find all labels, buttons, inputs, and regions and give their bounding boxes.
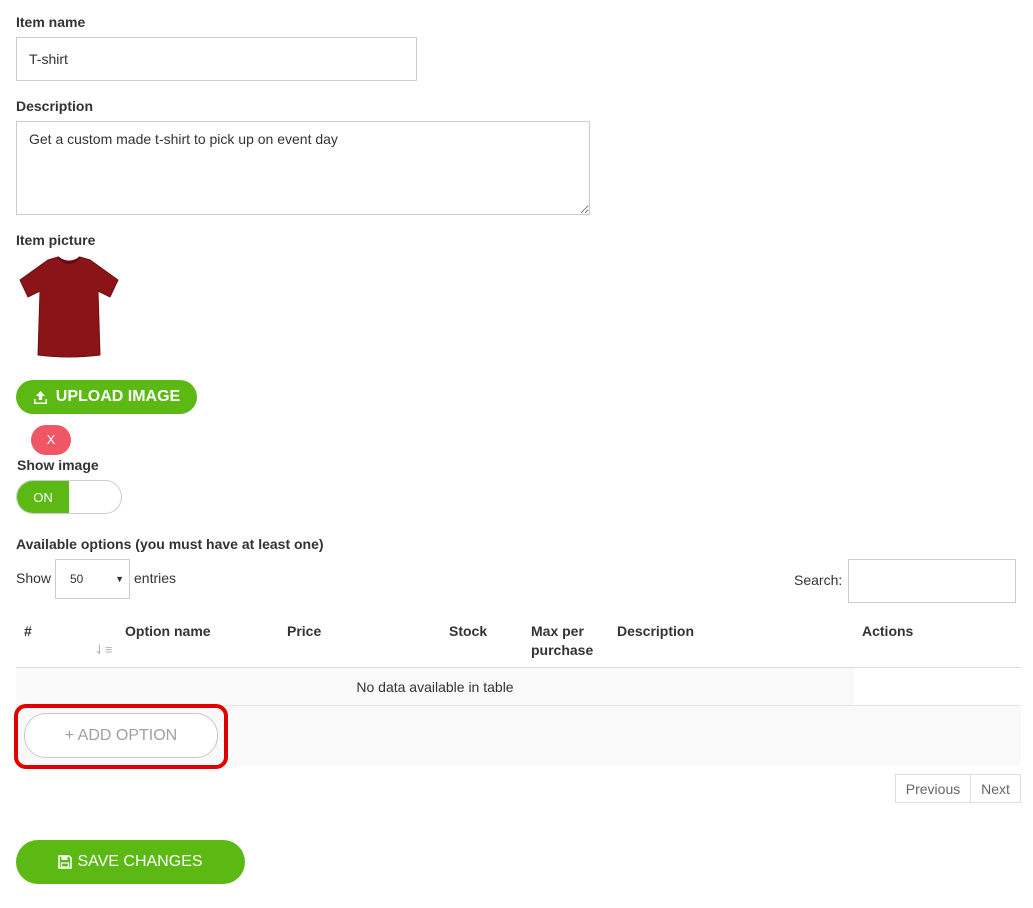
entries-label: entries: [134, 570, 177, 586]
caret-down-icon: ▼: [115, 574, 124, 584]
save-changes-label: SAVE CHANGES: [77, 853, 203, 870]
available-options-label: Available options (you must have at leas…: [16, 536, 324, 552]
search-input[interactable]: [848, 559, 1016, 603]
upload-icon: [33, 390, 48, 405]
toggle-on-state: ON: [17, 481, 69, 513]
column-header-actions[interactable]: Actions: [862, 622, 913, 641]
previous-page-button[interactable]: Previous: [895, 774, 971, 803]
column-header-number[interactable]: #: [24, 622, 32, 641]
column-header-stock[interactable]: Stock: [449, 622, 487, 641]
show-image-toggle[interactable]: ON: [16, 480, 122, 514]
show-label: Show: [16, 570, 52, 586]
entries-value: 50: [70, 572, 84, 586]
column-header-max-per-purchase[interactable]: Max per purchase: [531, 622, 601, 660]
entries-select[interactable]: 50 ▼: [55, 559, 130, 599]
floppy-disk-icon: [58, 855, 73, 869]
item-name-label: Item name: [16, 14, 86, 30]
next-page-button[interactable]: Next: [970, 774, 1021, 803]
item-picture-thumbnail: [18, 255, 120, 360]
upload-image-label: UPLOAD IMAGE: [55, 388, 181, 405]
item-picture-label: Item picture: [16, 232, 96, 248]
upload-image-button[interactable]: UPLOAD IMAGE: [16, 380, 197, 414]
add-option-button[interactable]: + ADD OPTION: [24, 713, 218, 758]
description-label: Description: [16, 98, 94, 114]
table-empty-row: No data available in table: [16, 668, 854, 705]
column-header-price[interactable]: Price: [287, 622, 321, 641]
remove-image-button[interactable]: X: [31, 425, 71, 455]
item-name-input[interactable]: [16, 37, 417, 81]
column-header-description[interactable]: Description: [617, 622, 694, 641]
tshirt-image: [19, 256, 119, 358]
save-changes-button[interactable]: SAVE CHANGES: [16, 840, 245, 884]
search-label: Search:: [794, 572, 843, 588]
description-textarea[interactable]: Get a custom made t-shirt to pick up on …: [16, 121, 590, 215]
sort-icon[interactable]: ⇃≡: [94, 642, 112, 658]
toggle-off-area: [69, 481, 121, 513]
show-image-label: Show image: [17, 457, 99, 473]
column-header-option-name[interactable]: Option name: [125, 622, 211, 641]
